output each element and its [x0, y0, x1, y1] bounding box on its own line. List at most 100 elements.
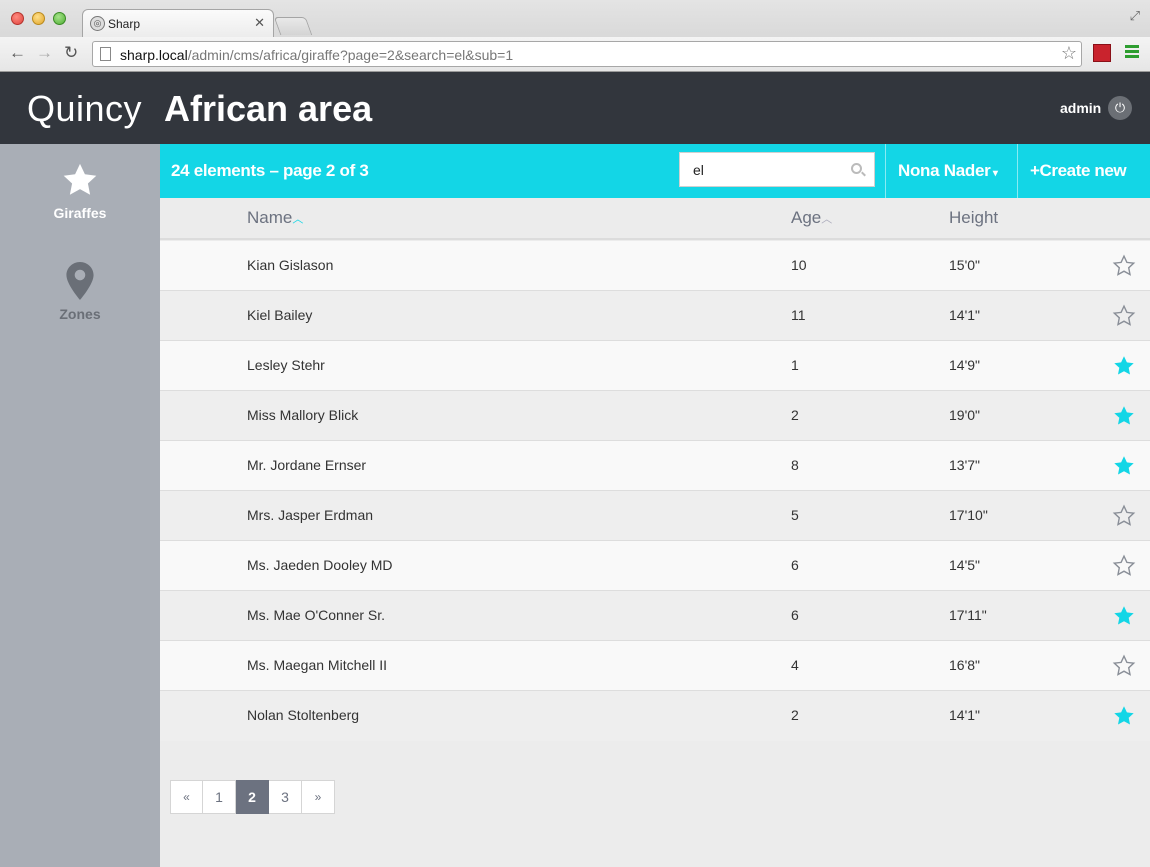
sidebar-item-label: Zones — [59, 306, 101, 322]
close-tab-icon[interactable]: ✕ — [254, 15, 265, 31]
star-filled-icon[interactable] — [1112, 454, 1136, 478]
create-label: Create new — [1039, 161, 1127, 180]
pagination-prev-button[interactable]: « — [170, 780, 203, 814]
sublist-dropdown[interactable]: Nona Nader ▾ — [898, 161, 998, 181]
sidebar-item-label: Giraffes — [53, 205, 107, 221]
create-new-button[interactable]: +Create new — [1030, 161, 1127, 181]
cell-height: 16'8" — [949, 657, 981, 673]
url-path: /admin/cms/africa/giraffe?page=2&search=… — [187, 47, 514, 63]
extension-icon[interactable] — [1093, 44, 1111, 62]
column-header-name[interactable]: Name︿ — [247, 208, 303, 228]
pagination-page-2[interactable]: 2 — [236, 780, 269, 814]
cell-height: 19'0" — [949, 407, 981, 423]
cell-age: 4 — [791, 657, 799, 673]
menu-icon[interactable] — [1125, 45, 1139, 60]
cell-age: 2 — [791, 707, 799, 723]
cell-height: 13'7" — [949, 457, 981, 473]
forward-arrow-icon[interactable]: → — [36, 43, 53, 63]
brand-logo[interactable]: Quincy — [27, 88, 142, 130]
new-tab-button[interactable] — [273, 17, 313, 35]
table-row[interactable]: Lesley Stehr 1 14'9" — [160, 341, 1150, 391]
globe-icon: ◎ — [90, 16, 105, 31]
cell-name: Lesley Stehr — [247, 357, 325, 373]
cell-age: 11 — [791, 307, 806, 323]
divider — [1017, 144, 1018, 198]
minimize-window-button[interactable] — [32, 12, 45, 25]
table-row[interactable]: Kian Gislason 10 15'0" — [160, 241, 1150, 291]
cell-height: 14'1" — [949, 707, 981, 723]
cell-name: Ms. Mae O'Conner Sr. — [247, 607, 386, 623]
star-filled-icon[interactable] — [1112, 354, 1136, 378]
cell-name: Mr. Jordane Ernser — [247, 457, 367, 473]
url-text[interactable]: sharp.local/admin/cms/africa/giraffe?pag… — [120, 47, 513, 63]
pagination-page-3[interactable]: 3 — [269, 780, 302, 814]
cell-height: 14'5" — [949, 557, 981, 573]
star-filled-icon[interactable] — [1112, 604, 1136, 628]
table-row[interactable]: Ms. Jaeden Dooley MD 6 14'5" — [160, 541, 1150, 591]
map-pin-icon — [66, 262, 94, 300]
plus-icon: + — [1030, 161, 1040, 180]
cell-height: 14'1" — [949, 307, 981, 323]
cell-height: 15'0" — [949, 257, 981, 273]
cell-age: 5 — [791, 507, 799, 523]
address-bar[interactable]: sharp.local/admin/cms/africa/giraffe?pag… — [92, 41, 1082, 67]
fullscreen-icon[interactable]: ⤢ — [1130, 8, 1140, 24]
table-row[interactable]: Kiel Bailey 11 14'1" — [160, 291, 1150, 341]
table-row[interactable]: Ms. Maegan Mitchell II 4 16'8" — [160, 641, 1150, 691]
cell-name: Mrs. Jasper Erdman — [247, 507, 374, 523]
page-title: African area — [164, 88, 373, 129]
tab-title: Sharp — [108, 17, 141, 31]
cell-age: 1 — [791, 357, 799, 373]
star-filled-icon[interactable] — [1112, 704, 1136, 728]
back-arrow-icon[interactable]: ← — [9, 43, 26, 63]
cell-name: Ms. Maegan Mitchell II — [247, 657, 388, 673]
star-outline-icon[interactable] — [1112, 554, 1136, 578]
caret-down-icon: ▾ — [990, 168, 998, 179]
star-icon — [63, 163, 97, 195]
sidebar-item-zones[interactable]: Zones — [0, 262, 160, 322]
user-name[interactable]: admin — [1060, 100, 1101, 116]
table-body: Kian Gislason 10 15'0" Kiel Bailey 11 14'1" Le… — [160, 241, 1150, 741]
sort-asc-icon: ︿ — [292, 213, 304, 226]
cell-age: 6 — [791, 607, 799, 623]
star-outline-icon[interactable] — [1112, 654, 1136, 678]
search-input[interactable] — [693, 162, 843, 178]
reload-icon[interactable]: ↻ — [64, 43, 78, 63]
cell-height: 14'9" — [949, 357, 981, 373]
table-header — [160, 198, 1150, 240]
pagination: «1 2 3» — [170, 780, 335, 814]
star-outline-icon[interactable] — [1112, 504, 1136, 528]
cell-name: Nolan Stoltenberg — [247, 707, 360, 723]
table-row[interactable]: Mrs. Jasper Erdman 5 17'10" — [160, 491, 1150, 541]
column-label: Name — [247, 208, 293, 227]
bookmark-star-icon[interactable]: ☆ — [1061, 43, 1077, 64]
search-icon[interactable] — [851, 163, 862, 174]
browser-toolbar: ← → ↻ sharp.local/admin/cms/africa/giraf… — [0, 37, 1150, 71]
divider — [885, 144, 886, 198]
table-row[interactable]: Nolan Stoltenberg 2 14'1" — [160, 691, 1150, 741]
page-icon — [100, 47, 111, 61]
element-count: 24 elements – page 2 of 3 — [171, 161, 369, 180]
table-row[interactable]: Miss Mallory Blick 2 19'0" — [160, 391, 1150, 441]
star-outline-icon[interactable] — [1112, 254, 1136, 278]
pagination-next-button[interactable]: » — [302, 780, 335, 814]
browser-chrome: ◎ Sharp ✕ ⤢ ← → ↻ sharp.local/admin/cms/… — [0, 0, 1150, 72]
cell-name: Ms. Jaeden Dooley MD — [247, 557, 393, 573]
url-host: sharp.local — [120, 47, 188, 63]
power-icon[interactable]: ⏻ — [1108, 96, 1132, 120]
sidebar-item-giraffes[interactable]: Giraffes — [0, 161, 160, 221]
sidebar — [0, 144, 160, 867]
column-header-age[interactable]: Age︿ — [791, 208, 832, 228]
cell-age: 8 — [791, 457, 799, 473]
zoom-window-button[interactable] — [53, 12, 66, 25]
table-row[interactable]: Ms. Mae O'Conner Sr. 6 17'11" — [160, 591, 1150, 641]
search-field[interactable] — [679, 152, 875, 187]
close-window-button[interactable] — [11, 12, 24, 25]
table-row[interactable]: Mr. Jordane Ernser 8 13'7" — [160, 441, 1150, 491]
pagination-page-1[interactable]: 1 — [203, 780, 236, 814]
browser-tab[interactable]: ◎ Sharp ✕ — [82, 9, 274, 37]
cell-age: 6 — [791, 557, 799, 573]
column-header-height: Height — [949, 208, 998, 228]
star-outline-icon[interactable] — [1112, 304, 1136, 328]
star-filled-icon[interactable] — [1112, 404, 1136, 428]
